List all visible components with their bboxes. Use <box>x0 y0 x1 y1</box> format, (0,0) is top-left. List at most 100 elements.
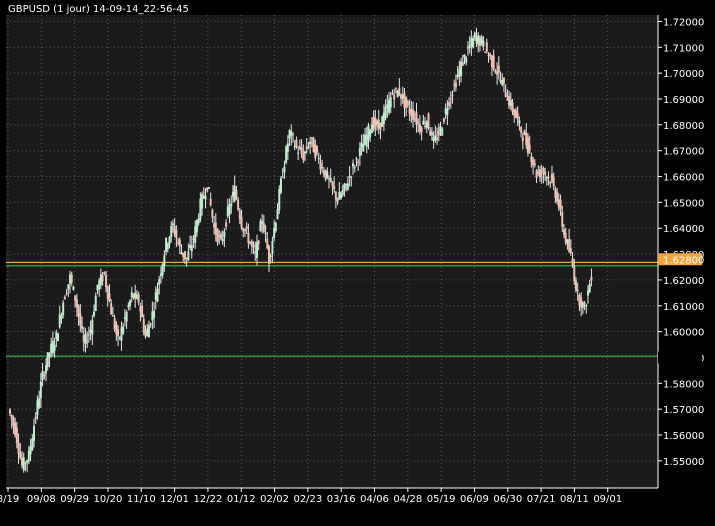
candle-body <box>285 146 288 163</box>
candle-body <box>151 311 154 321</box>
candle-body <box>398 87 401 95</box>
candle-body <box>386 104 389 108</box>
candle-body <box>484 51 487 53</box>
candle-body <box>439 126 442 131</box>
candle-body <box>249 241 252 244</box>
candle-body <box>226 206 229 217</box>
candle-body <box>72 286 75 290</box>
candle-body <box>216 229 219 243</box>
candle-body <box>549 181 552 184</box>
x-tick-label: 06/09 <box>460 494 489 505</box>
candle-body <box>329 178 332 182</box>
x-tick-label: 12/22 <box>193 494 222 505</box>
candle-body <box>341 190 344 195</box>
candle-body <box>557 199 560 208</box>
candle-body <box>357 161 360 163</box>
candle-body <box>316 146 319 153</box>
candle-body <box>377 119 380 129</box>
candle-body <box>12 418 15 426</box>
candle-body <box>38 398 41 408</box>
candle-body <box>400 93 403 99</box>
candle-body <box>478 38 481 46</box>
candle-body <box>201 194 204 209</box>
candle-body <box>408 108 411 114</box>
candle-body <box>82 334 85 342</box>
x-tick-label: 08/11 <box>560 494 589 505</box>
candle-body <box>516 112 519 120</box>
candle-body <box>521 136 524 142</box>
candle-body <box>321 166 324 168</box>
candle-body <box>535 170 538 178</box>
candle-body <box>267 245 270 264</box>
candle-body <box>295 139 298 148</box>
candle-body <box>372 117 375 130</box>
candle-body <box>36 400 39 416</box>
candle-body <box>34 416 37 419</box>
candle-body <box>403 93 406 108</box>
candle-body <box>156 288 159 302</box>
candle-body <box>573 265 576 282</box>
candle-body <box>586 290 589 296</box>
candle-body <box>170 226 173 238</box>
candle-body <box>291 134 294 136</box>
candle-body <box>317 158 320 160</box>
candle-body <box>482 40 485 47</box>
candle-body <box>180 252 183 255</box>
candle-body <box>110 303 113 315</box>
candle-body <box>221 238 224 242</box>
candle-body <box>259 221 262 232</box>
candle-body <box>91 319 94 335</box>
y-tick-label: 1.61000 <box>663 302 704 313</box>
x-tick-label: 05/19 <box>427 494 456 505</box>
x-tick-label: 10/20 <box>94 494 123 505</box>
candle-body <box>101 275 104 282</box>
candle-body <box>257 240 260 244</box>
candle-body <box>69 274 72 284</box>
candle-body <box>165 238 168 252</box>
candle-body <box>132 294 135 299</box>
candle-body <box>75 299 78 308</box>
candle-body <box>51 340 54 354</box>
candle-body <box>204 195 207 200</box>
candle-body <box>262 223 265 232</box>
candle-body <box>350 176 353 178</box>
candle-body <box>58 314 61 328</box>
candle-body <box>194 226 197 243</box>
candle-body <box>218 235 221 237</box>
candle-body <box>21 458 24 466</box>
chart-title: GBPUSD (1 jour) 14-09-14_22-56-45 <box>8 4 189 15</box>
candle-body <box>171 223 174 226</box>
candle-body <box>492 55 495 70</box>
candle-body <box>322 170 325 175</box>
candle-body <box>276 209 279 220</box>
candle-body <box>177 242 180 244</box>
candle-body <box>444 108 447 114</box>
candle-body <box>261 220 264 224</box>
candle-body <box>458 68 461 77</box>
candle-body <box>41 370 44 380</box>
candle-body <box>238 210 241 219</box>
candle-body <box>55 332 58 339</box>
candle-body <box>225 222 228 227</box>
candle-body <box>328 178 331 180</box>
candle-body <box>283 166 286 173</box>
candle-body <box>338 191 341 200</box>
candle-body <box>559 199 562 210</box>
candle-body <box>86 341 89 343</box>
chart-window: 1.72000 1.71000 1.70000 1.69000 1.68000 1.670… <box>0 0 715 526</box>
candle-body <box>583 302 586 304</box>
candle-body <box>427 113 430 129</box>
candle-body <box>87 334 90 336</box>
candle-body <box>331 181 334 186</box>
candle-body <box>348 176 351 178</box>
y-tick-label: 1.71000 <box>663 43 704 54</box>
candle-body <box>175 229 178 239</box>
candle-body <box>544 171 547 175</box>
candle-body <box>468 45 471 48</box>
candle-body <box>550 173 553 182</box>
candle-body <box>27 450 30 462</box>
candle-body <box>297 152 300 154</box>
candle-body <box>159 273 162 277</box>
candle-body <box>93 311 96 317</box>
candle-body <box>209 198 212 206</box>
